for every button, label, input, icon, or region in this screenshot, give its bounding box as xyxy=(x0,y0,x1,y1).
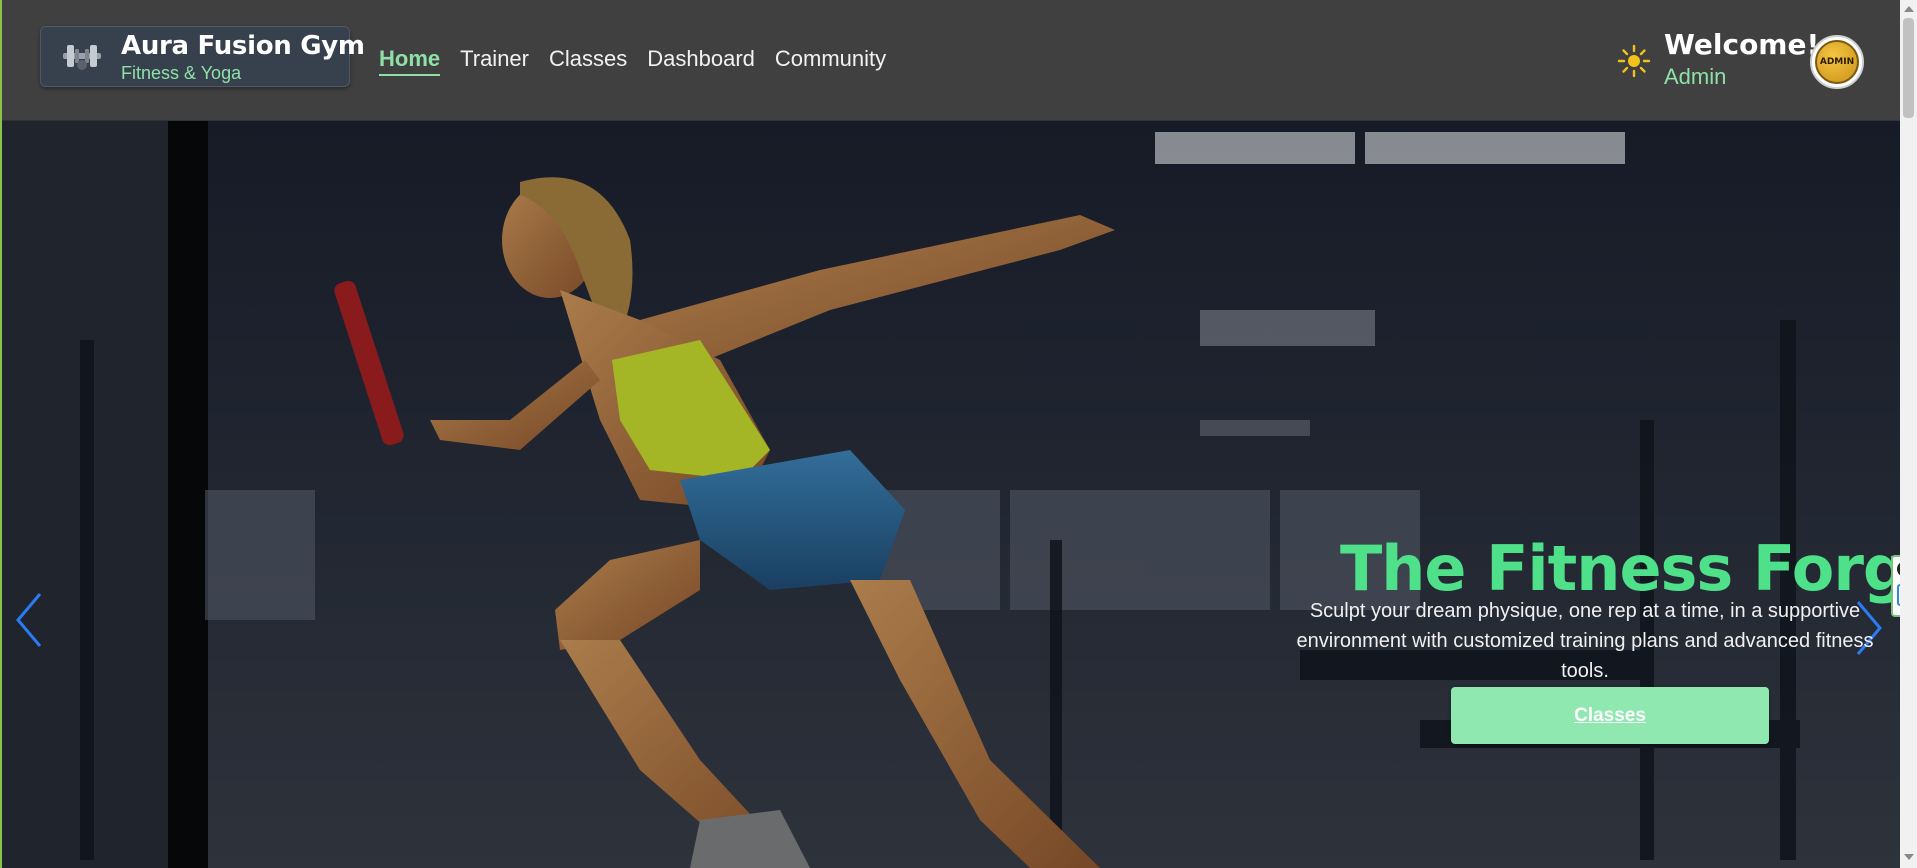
scroll-down-arrow-icon[interactable] xyxy=(1904,854,1914,860)
avatar-badge: ADMIN xyxy=(1815,40,1859,84)
username: Admin xyxy=(1664,64,1727,89)
sun-icon[interactable] xyxy=(1617,44,1651,78)
dumbbell-icon xyxy=(63,45,101,70)
page-scrollbar[interactable] xyxy=(1900,0,1917,868)
hero-carousel: The Fitness Forge Sculpt your dream phys… xyxy=(0,120,1900,868)
page: Aura Fusion Gym Fitness & Yoga Home Trai… xyxy=(0,0,1917,868)
classes-cta-button[interactable]: Classes xyxy=(1451,687,1769,744)
nav-classes[interactable]: Classes xyxy=(549,46,627,76)
hero-description-line: Sculpt your dream physique, one rep at a… xyxy=(1309,600,1861,622)
hero-background-image xyxy=(0,120,1900,868)
brand-tagline: Fitness & Yoga xyxy=(121,63,242,83)
hero-title: The Fitness Forge xyxy=(1340,531,1900,605)
chevron-left-icon[interactable] xyxy=(12,590,46,650)
nav-trainer[interactable]: Trainer xyxy=(460,46,529,76)
avatar[interactable]: ADMIN xyxy=(1810,35,1864,89)
hero-description-line: tools. xyxy=(1561,660,1609,682)
brand-name: Aura Fusion Gym xyxy=(121,31,365,61)
left-accent-edge xyxy=(0,0,2,868)
hero-description: Sculpt your dream physique, one rep at a… xyxy=(1270,596,1900,686)
scroll-up-arrow-icon[interactable] xyxy=(1904,6,1914,12)
brand-logo-link[interactable]: Aura Fusion Gym Fitness & Yoga xyxy=(40,26,365,87)
hero-description-line: environment with customized training pla… xyxy=(1296,630,1874,652)
nav-community[interactable]: Community xyxy=(775,46,886,76)
nav-home[interactable]: Home xyxy=(379,46,441,76)
navbar: Aura Fusion Gym Fitness & Yoga Home Trai… xyxy=(0,0,1900,121)
nav-dashboard[interactable]: Dashboard xyxy=(647,46,755,76)
scrollbar-thumb[interactable] xyxy=(1903,18,1914,118)
main-nav: Home Trainer Classes Dashboard Community xyxy=(379,46,886,76)
welcome-text: Welcome! xyxy=(1664,28,1820,61)
